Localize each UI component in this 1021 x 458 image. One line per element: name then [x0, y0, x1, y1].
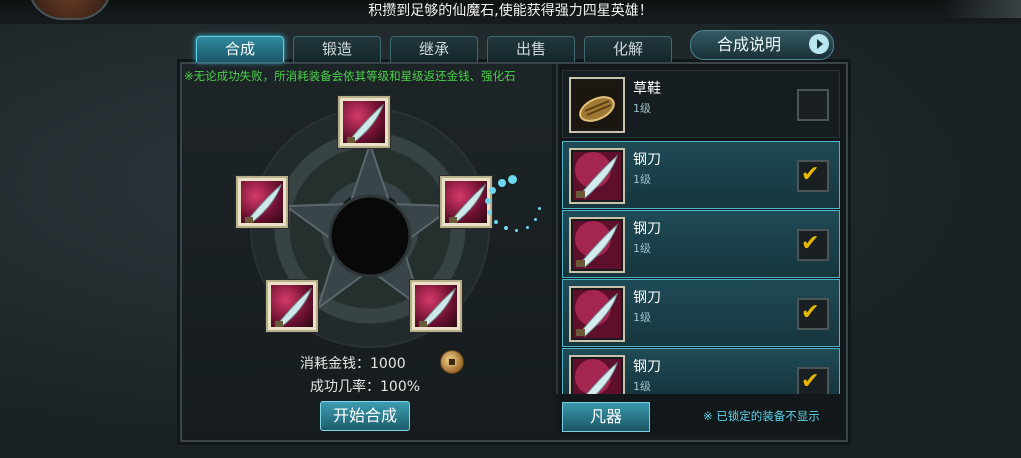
equipment-row[interactable]: 钢刀 1级 ✔: [562, 210, 840, 278]
equipment-row[interactable]: 草鞋 1级: [562, 70, 840, 138]
checkmark-icon: ✔: [801, 231, 820, 256]
equipment-row[interactable]: 钢刀 1级 ✔: [562, 141, 840, 209]
equipment-row[interactable]: 钢刀 1级 ✔: [562, 348, 840, 395]
item-name: 钢刀: [633, 221, 661, 237]
start-synthesis-button[interactable]: 开始合成: [320, 401, 410, 431]
material-slot-1[interactable]: [338, 96, 390, 148]
top-right-ornament: [941, 0, 1021, 18]
gold-coin-icon: [440, 350, 464, 374]
play-arrow-icon: [809, 34, 829, 54]
locked-items-note: ※ 已锁定的装备不显示: [703, 409, 820, 423]
item-level: 1级: [633, 380, 651, 393]
material-slot-5[interactable]: [410, 280, 462, 332]
refund-hint: ※无论成功失败，所消耗装备会依其等级和星级返还金钱、强化石: [184, 69, 516, 83]
select-checkbox[interactable]: ✔: [797, 160, 829, 192]
item-level: 1级: [633, 311, 651, 324]
synthesis-help-button[interactable]: 合成说明: [690, 30, 834, 60]
steel-blade-icon: [343, 101, 385, 143]
straw-sandal-icon: [569, 77, 625, 133]
steel-blade-icon: [569, 355, 625, 395]
success-rate-label: 成功几率：100%: [310, 379, 421, 395]
cost-label: 消耗金钱：1000: [300, 356, 406, 372]
game-screen: 积攒到足够的仙魔石,使能获得强力四星英雄！ 合成 锻造 继承 出售 化解 合成说…: [0, 0, 1021, 458]
steel-blade-icon: [445, 181, 487, 223]
material-slot-2[interactable]: [236, 176, 288, 228]
steel-blade-icon: [415, 285, 457, 327]
item-level: 1级: [633, 242, 651, 255]
select-checkbox[interactable]: ✔: [797, 229, 829, 261]
material-slot-4[interactable]: [266, 280, 318, 332]
select-checkbox[interactable]: ✔: [797, 367, 829, 395]
checkmark-icon: ✔: [801, 369, 820, 394]
item-name: 草鞋: [633, 81, 661, 97]
steel-blade-icon: [271, 285, 313, 327]
item-level: 1级: [633, 102, 651, 115]
tab-forge[interactable]: 锻造: [293, 36, 381, 62]
tab-sell[interactable]: 出售: [487, 36, 575, 62]
steel-blade-icon: [569, 286, 625, 342]
tab-synthesize[interactable]: 合成: [196, 36, 284, 62]
item-name: 钢刀: [633, 359, 661, 375]
checkmark-icon: ✔: [801, 162, 820, 187]
steel-blade-icon: [241, 181, 283, 223]
help-button-label: 合成说明: [717, 35, 782, 54]
tab-dissolve[interactable]: 化解: [584, 36, 672, 62]
notice-text: 积攒到足够的仙魔石,使能获得强力四星英雄！: [368, 3, 653, 19]
select-checkbox[interactable]: ✔: [797, 298, 829, 330]
equipment-row[interactable]: 钢刀 1级 ✔: [562, 279, 840, 347]
top-notice: 积攒到足够的仙魔石,使能获得强力四星英雄！: [0, 0, 1021, 24]
steel-blade-icon: [569, 217, 625, 273]
item-level: 1级: [633, 173, 651, 186]
steel-blade-icon: [569, 148, 625, 204]
item-name: 钢刀: [633, 290, 661, 306]
tab-inherit[interactable]: 继承: [390, 36, 478, 62]
category-filter-button[interactable]: 凡器: [562, 402, 650, 432]
checkmark-icon: ✔: [801, 300, 820, 325]
item-name: 钢刀: [633, 152, 661, 168]
select-checkbox[interactable]: [797, 89, 829, 121]
